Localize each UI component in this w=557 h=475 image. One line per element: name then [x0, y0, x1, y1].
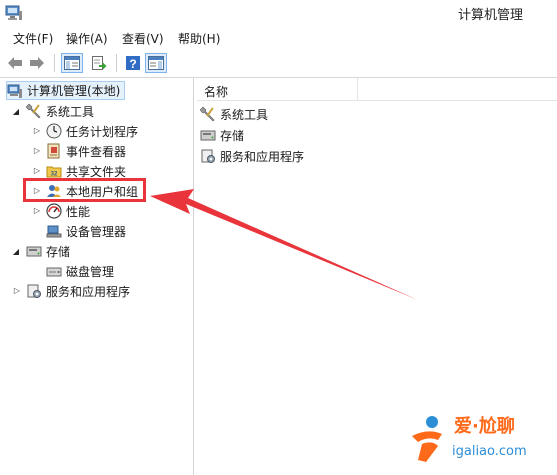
watermark: 爱·尬聊 igaliao.com: [406, 410, 557, 475]
watermark-logo: [412, 416, 442, 462]
watermark-site: igaliao.com: [452, 444, 527, 459]
watermark-brand: 爱·尬聊: [454, 416, 515, 437]
annotation-arrow: [150, 189, 418, 300]
